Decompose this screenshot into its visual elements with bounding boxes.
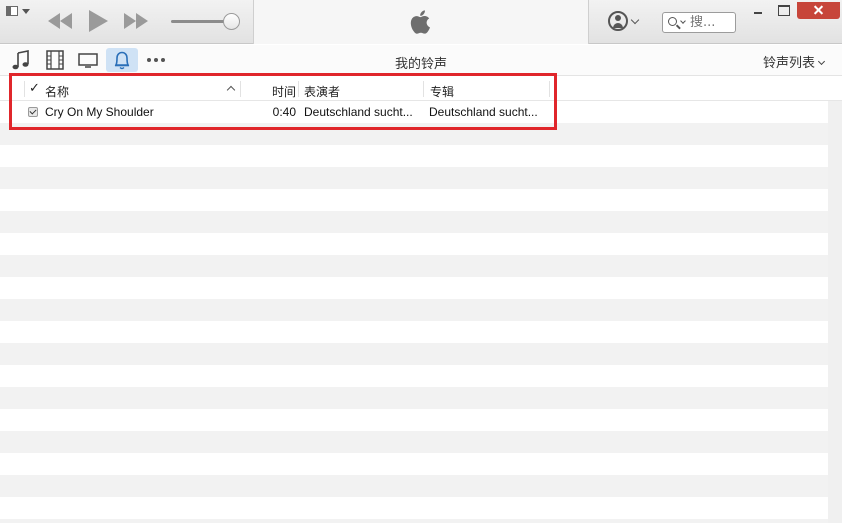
- app-menu-button[interactable]: [6, 5, 32, 17]
- rewind-icon: [48, 13, 60, 29]
- scrollbar[interactable]: [828, 101, 842, 523]
- window-menu-icon: [6, 6, 18, 16]
- search-input[interactable]: [690, 15, 734, 30]
- apple-logo-icon: [410, 10, 430, 34]
- search-icon: [668, 17, 677, 26]
- cell-name: Cry On My Shoulder: [45, 105, 154, 119]
- cell-time: 0:40: [272, 105, 296, 119]
- column-divider: [24, 81, 25, 97]
- search-scope-chevron-icon[interactable]: [680, 18, 686, 24]
- tone-list-table: ✓ 名称 时间 表演者 专辑 Cry On My Shoulder 0:40 D…: [0, 77, 842, 523]
- library-navbar: 我的铃声 铃声列表: [0, 45, 842, 76]
- fast-forward-button[interactable]: [124, 10, 150, 32]
- column-header-time[interactable]: 时间: [272, 83, 296, 100]
- table-header: ✓ 名称 时间 表演者 专辑: [0, 77, 842, 101]
- volume-slider[interactable]: [171, 13, 240, 31]
- column-header-artist[interactable]: 表演者: [304, 83, 340, 100]
- fast-forward-icon: [124, 13, 136, 29]
- column-divider: [240, 81, 241, 97]
- cell-artist: Deutschland sucht...: [304, 105, 413, 119]
- rewind-icon-part: [60, 13, 72, 29]
- search-box[interactable]: [662, 12, 736, 33]
- rewind-button[interactable]: [48, 10, 74, 32]
- chevron-down-icon: [817, 57, 826, 66]
- fast-forward-icon-part: [136, 13, 148, 29]
- column-header-check[interactable]: ✓: [29, 81, 40, 96]
- column-divider: [423, 81, 424, 97]
- tone-list-dropdown-label: 铃声列表: [763, 56, 816, 71]
- sort-ascending-icon: [226, 85, 236, 95]
- chevron-down-icon: [630, 15, 640, 25]
- column-header-album[interactable]: 专辑: [430, 83, 454, 100]
- status-display: [253, 0, 589, 44]
- column-divider: [298, 81, 299, 97]
- caret-down-icon: [22, 9, 30, 14]
- column-header-name[interactable]: 名称: [45, 83, 69, 100]
- tone-list-dropdown[interactable]: 铃声列表: [763, 52, 826, 71]
- play-button[interactable]: [89, 10, 109, 32]
- empty-list-stripes: [0, 123, 828, 523]
- player-toolbar: [0, 0, 842, 44]
- page-title: 我的铃声: [394, 57, 447, 72]
- minimize-button[interactable]: [747, 2, 769, 18]
- user-icon: [608, 11, 628, 31]
- cell-album: Deutschland sucht...: [429, 105, 538, 119]
- account-button[interactable]: [608, 11, 642, 33]
- volume-track: [171, 20, 231, 23]
- row-checkbox[interactable]: [28, 107, 38, 117]
- maximize-button[interactable]: [772, 2, 794, 18]
- volume-knob[interactable]: [223, 13, 240, 30]
- close-button[interactable]: [797, 2, 840, 19]
- play-icon: [89, 10, 108, 32]
- table-row[interactable]: Cry On My Shoulder 0:40 Deutschland such…: [0, 101, 828, 123]
- column-divider: [549, 81, 550, 97]
